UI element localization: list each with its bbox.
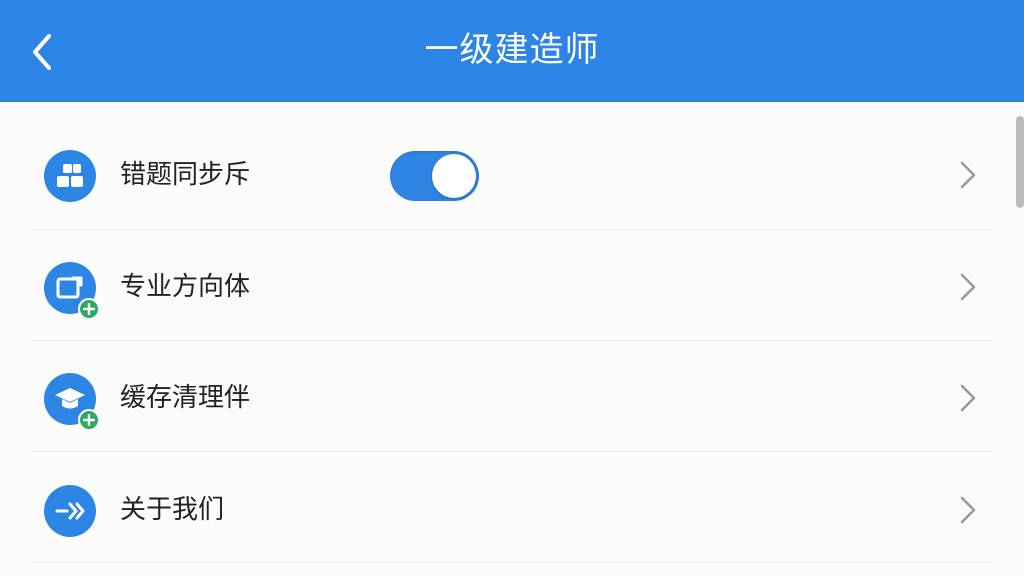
signal-arrow-icon	[44, 485, 96, 537]
chevron-right-icon	[960, 384, 976, 412]
plus-icon	[78, 298, 100, 320]
chevron-right-icon	[960, 273, 976, 301]
signal-arrow-icon-wrap	[44, 485, 96, 537]
setting-row-error-sync[interactable]: 错题同步斥	[0, 102, 1024, 230]
settings-list: 错题同步斥 专业方向体 缓存清理伴 关于我们	[0, 102, 1024, 563]
plus-icon	[78, 409, 100, 431]
grid-icon-wrap	[44, 150, 96, 202]
grid-icon	[44, 150, 96, 202]
page-title: 一级建造师	[424, 30, 600, 70]
setting-label-error-sync: 错题同步斥	[120, 160, 251, 190]
export-add-icon-wrap	[44, 262, 100, 320]
setting-label-cache-clean: 缓存清理伴	[120, 383, 251, 413]
setting-row-cache-clean[interactable]: 缓存清理伴	[0, 341, 1024, 452]
setting-label-major-direction: 专业方向体	[120, 272, 251, 302]
header-bar: 一级建造师	[0, 0, 1024, 102]
setting-label-about-us: 关于我们	[120, 495, 225, 525]
graduation-cap-icon-wrap	[44, 373, 100, 431]
setting-row-major-direction[interactable]: 专业方向体	[0, 230, 1024, 341]
app-window: 一级建造师 错题同步斥 专业方向体 缓存清理伴 关于我们	[0, 0, 1024, 576]
chevron-right-icon	[960, 161, 976, 189]
error-sync-toggle[interactable]	[390, 151, 479, 201]
row-divider	[32, 562, 992, 563]
setting-row-about-us[interactable]: 关于我们	[0, 452, 1024, 563]
chevron-right-icon	[960, 496, 976, 524]
toggle-knob	[432, 154, 476, 198]
scrollbar[interactable]	[1016, 116, 1024, 208]
back-button[interactable]	[22, 30, 62, 74]
chevron-left-icon	[33, 34, 51, 70]
